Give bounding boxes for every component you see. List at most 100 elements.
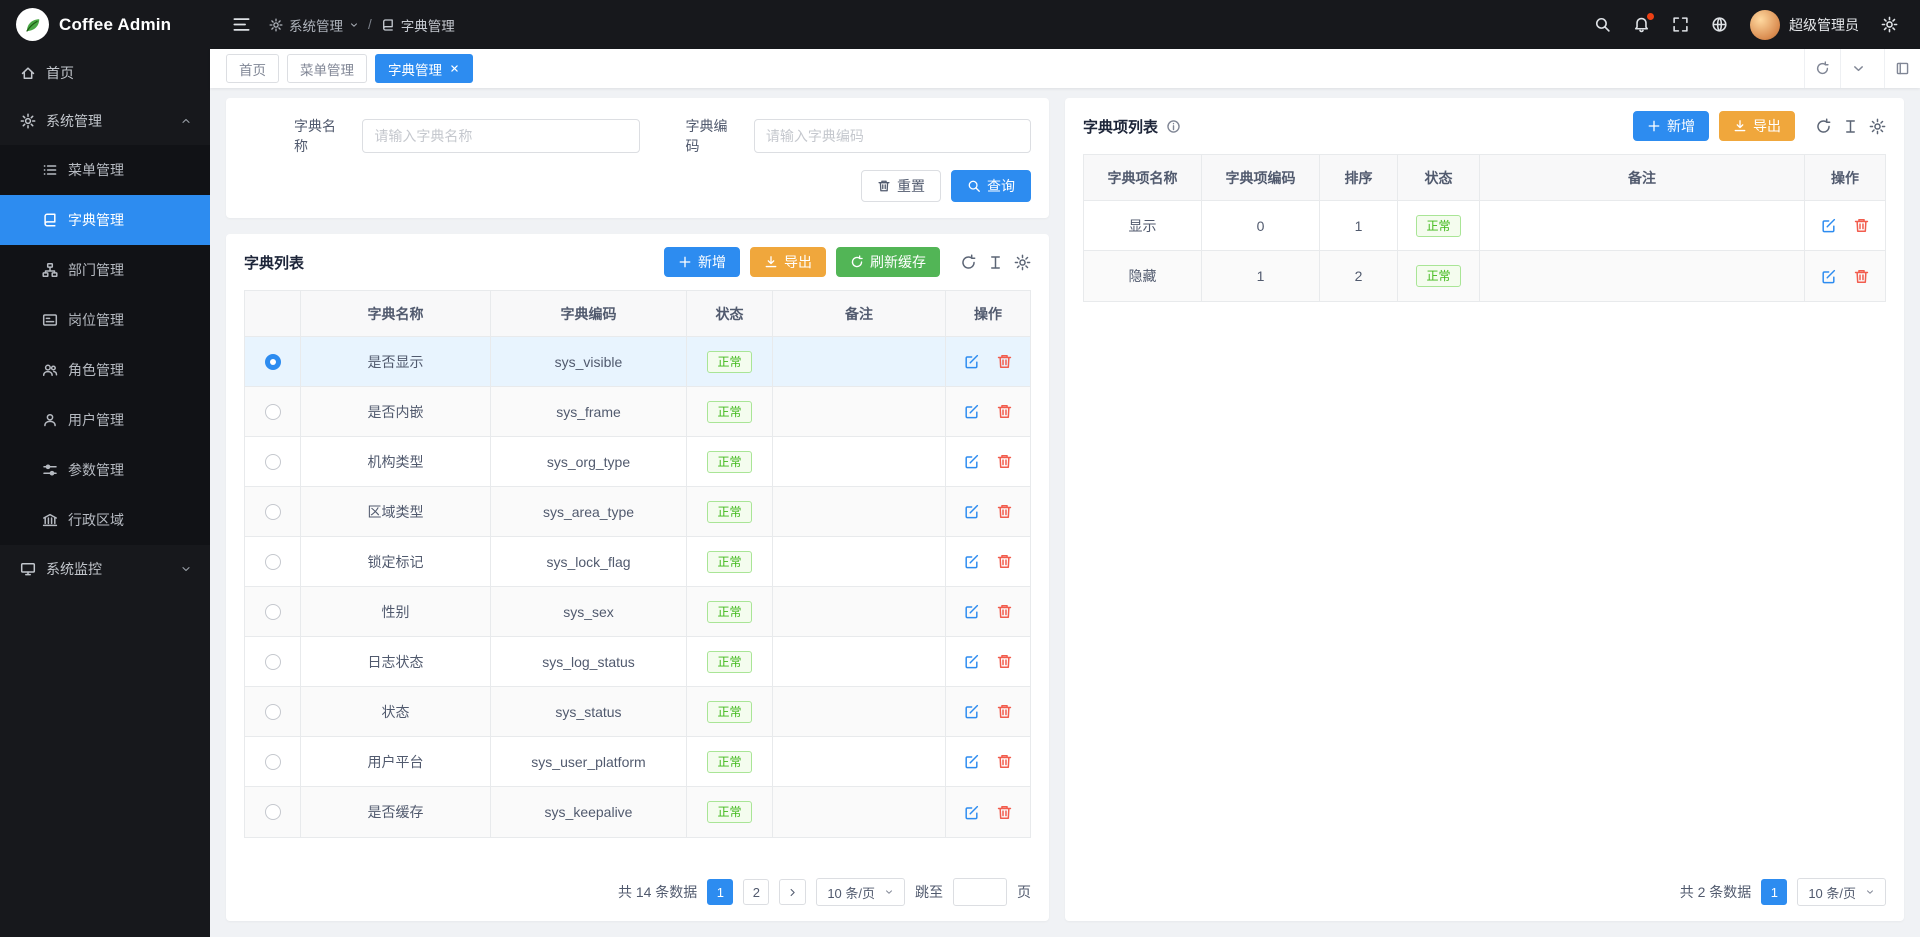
font-size-icon[interactable] [987,254,1004,271]
sidebar-item-dept-mgmt[interactable]: 部门管理 [0,245,210,295]
sidebar-item-user-mgmt[interactable]: 用户管理 [0,395,210,445]
edit-icon[interactable] [1820,217,1837,234]
row-radio[interactable] [265,654,281,670]
edit-icon[interactable] [963,403,980,420]
delete-icon[interactable] [996,503,1013,520]
sidebar-item-region[interactable]: 行政区域 [0,495,210,545]
fullscreen-icon[interactable] [1672,16,1689,33]
row-radio[interactable] [265,554,281,570]
tab-actions-dropdown[interactable] [1840,49,1876,88]
delete-icon[interactable] [996,653,1013,670]
user-menu[interactable]: 超级管理员 [1750,10,1859,40]
sidebar-item-param-mgmt[interactable]: 参数管理 [0,445,210,495]
refresh-icon[interactable] [1815,118,1832,135]
next-page-button[interactable] [779,879,806,905]
sidebar-item-home[interactable]: 首页 [0,49,210,97]
delete-icon[interactable] [996,453,1013,470]
refresh-cache-button[interactable]: 刷新缓存 [836,247,940,277]
delete-icon[interactable] [996,804,1013,821]
column-settings-icon[interactable] [1869,118,1886,135]
dict-table-row[interactable]: 用户平台 sys_user_platform 正常 [245,737,1030,787]
dict-table-row[interactable]: 是否显示 sys_visible 正常 [245,337,1030,387]
delete-icon[interactable] [1853,268,1870,285]
delete-icon[interactable] [996,753,1013,770]
dict-table-row[interactable]: 性别 sys_sex 正常 [245,587,1030,637]
row-radio[interactable] [265,454,281,470]
edit-icon[interactable] [963,703,980,720]
notifications-button[interactable] [1633,16,1650,33]
page-button-2[interactable]: 2 [743,879,769,905]
column-settings-icon[interactable] [1014,254,1031,271]
row-radio[interactable] [265,704,281,720]
jump-page-input[interactable] [953,878,1007,906]
dict-table-row[interactable]: 锁定标记 sys_lock_flag 正常 [245,537,1030,587]
row-radio[interactable] [265,354,281,370]
font-size-icon[interactable] [1842,118,1859,135]
query-button[interactable]: 查询 [951,170,1031,202]
refresh-tab-button[interactable] [1804,49,1840,88]
sidebar-group-monitor[interactable]: 系统监控 [0,545,210,593]
translate-icon[interactable] [1711,16,1728,33]
delete-icon[interactable] [996,403,1013,420]
delete-icon[interactable] [1853,217,1870,234]
page-button-1[interactable]: 1 [1761,879,1787,905]
dict-item-row[interactable]: 显示 0 1 正常 [1084,201,1885,251]
row-radio[interactable] [265,604,281,620]
edit-icon[interactable] [963,804,980,821]
edit-icon[interactable] [963,753,980,770]
export-dict-button[interactable]: 导出 [750,247,826,277]
sidebar-item-menu-mgmt[interactable]: 菜单管理 [0,145,210,195]
tab-menu-mgmt[interactable]: 菜单管理 [287,54,367,83]
delete-icon[interactable] [996,553,1013,570]
edit-icon[interactable] [1820,268,1837,285]
breadcrumb-parent[interactable]: 系统管理 [269,15,359,35]
refresh-icon[interactable] [960,254,977,271]
add-dict-button[interactable]: 新增 [664,247,740,277]
status-badge: 正常 [707,801,751,823]
sidebar-item-role-mgmt[interactable]: 角色管理 [0,345,210,395]
row-radio[interactable] [265,754,281,770]
sidebar-item-post-mgmt[interactable]: 岗位管理 [0,295,210,345]
edit-icon[interactable] [963,353,980,370]
page-size-select[interactable]: 10 条/页 [816,878,905,906]
export-dict-items-button[interactable]: 导出 [1719,111,1795,141]
total-count: 共 14 条数据 [618,882,697,902]
close-icon[interactable] [449,63,460,74]
dict-table-row[interactable]: 日志状态 sys_log_status 正常 [245,637,1030,687]
delete-icon[interactable] [996,703,1013,720]
edit-icon[interactable] [963,603,980,620]
tab-home[interactable]: 首页 [226,54,279,83]
edit-icon[interactable] [963,503,980,520]
list-icon [42,162,58,178]
row-radio[interactable] [265,404,281,420]
page-size-select[interactable]: 10 条/页 [1797,878,1886,906]
dict-table-row[interactable]: 是否内嵌 sys_frame 正常 [245,387,1030,437]
dict-table-row[interactable]: 区域类型 sys_area_type 正常 [245,487,1030,537]
dict-table-row[interactable]: 是否缓存 sys_keepalive 正常 [245,787,1030,837]
dict-code-cell: sys_area_type [491,487,687,536]
dict-table-row[interactable]: 机构类型 sys_org_type 正常 [245,437,1030,487]
edit-icon[interactable] [963,553,980,570]
delete-icon[interactable] [996,603,1013,620]
dict-item-row[interactable]: 隐藏 1 2 正常 [1084,251,1885,301]
search-icon[interactable] [1594,16,1611,33]
collapse-menu-icon[interactable] [232,15,251,34]
content-fullscreen-button[interactable] [1884,49,1920,88]
row-radio[interactable] [265,504,281,520]
add-dict-item-button[interactable]: 新增 [1633,111,1709,141]
settings-gear-icon[interactable] [1881,16,1898,33]
sidebar-item-dict-mgmt[interactable]: 字典管理 [0,195,210,245]
edit-icon[interactable] [963,453,980,470]
page-button-1[interactable]: 1 [707,879,733,905]
reset-button[interactable]: 重置 [861,170,941,202]
delete-icon[interactable] [996,353,1013,370]
dict-code-input[interactable] [754,119,1031,153]
dict-table-row[interactable]: 状态 sys_status 正常 [245,687,1030,737]
tab-dict-mgmt[interactable]: 字典管理 [375,54,473,83]
sidebar-group-system[interactable]: 系统管理 [0,97,210,145]
dict-name-input[interactable] [362,119,639,153]
info-icon[interactable] [1166,119,1181,134]
row-radio[interactable] [265,804,281,820]
edit-icon[interactable] [963,653,980,670]
status-badge: 正常 [707,501,751,523]
